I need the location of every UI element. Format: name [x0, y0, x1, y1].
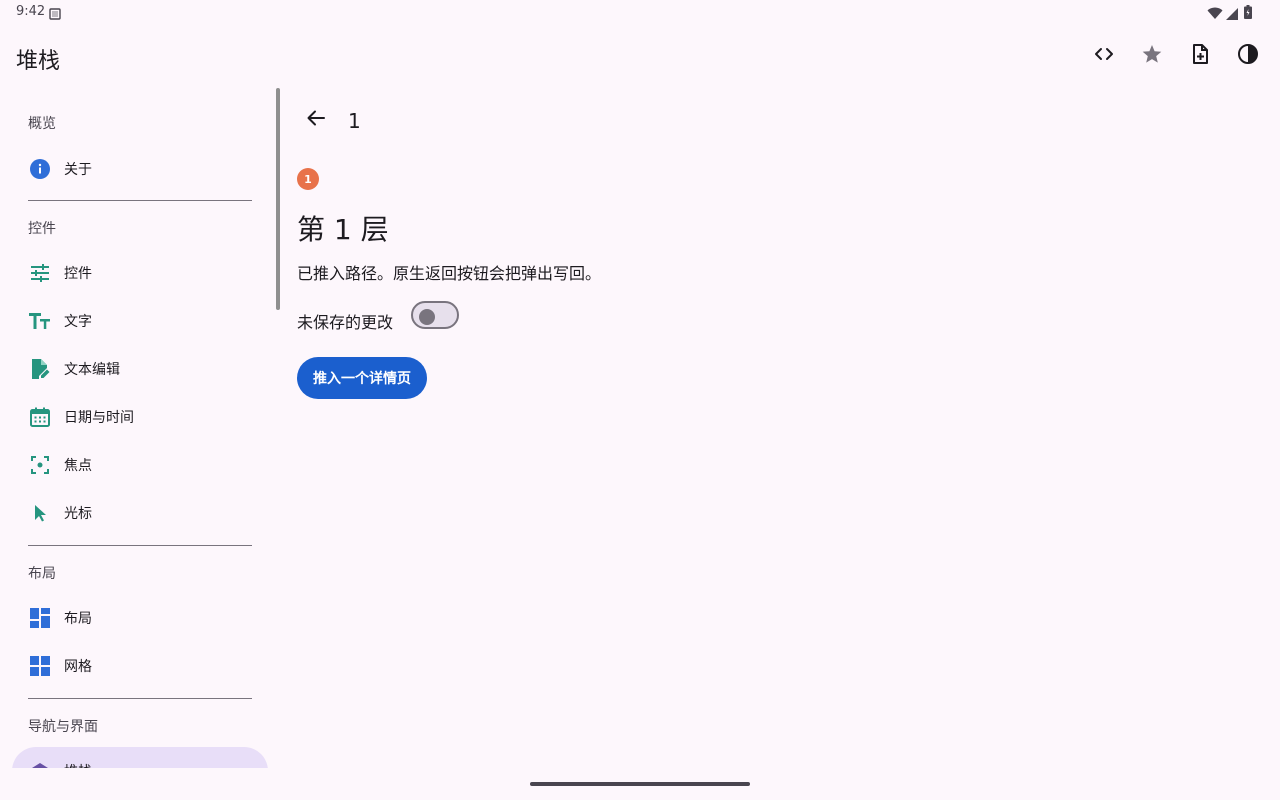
sidebar-item-widgets[interactable]: 控件	[12, 249, 268, 297]
sidebar-item-text[interactable]: 文字	[12, 297, 268, 345]
navigation-drawer: 概览 关于 控件 控件 文字 文本编辑 日期与时间 焦点 光标 布局 布局 网格…	[0, 88, 280, 768]
sidebar-item-label: 布局	[64, 611, 92, 627]
section-title-overview: 概览	[28, 116, 56, 132]
sidebar-item-date-time[interactable]: 日期与时间	[12, 393, 268, 441]
sidebar-item-label: 焦点	[64, 458, 92, 474]
sidebar-item-layout[interactable]: 布局	[12, 594, 268, 642]
app-title: 堆栈	[16, 49, 61, 74]
favorite-button[interactable]	[1128, 32, 1176, 80]
screenshot-notification-icon	[49, 5, 61, 24]
section-title-widgets: 控件	[28, 221, 56, 237]
sidebar-item-label: 堆栈	[64, 761, 92, 768]
tune-icon	[28, 261, 52, 285]
sidebar-item-about[interactable]: 关于	[12, 145, 268, 193]
edit-document-icon	[28, 357, 52, 381]
dashboard-icon	[28, 606, 52, 630]
section-title-navigation: 导航与界面	[28, 719, 98, 735]
sidebar-item-focus[interactable]: 焦点	[12, 441, 268, 489]
cell-signal-icon	[1226, 5, 1238, 24]
sidebar-item-text-editing[interactable]: 文本编辑	[12, 345, 268, 393]
level-heading: 第 1 层	[297, 213, 389, 246]
grid-icon	[28, 654, 52, 678]
back-button[interactable]	[296, 100, 336, 140]
level-badge: 1	[297, 168, 319, 190]
note-add-icon	[1188, 42, 1212, 70]
stack-detail-pane: 1 1 第 1 层 已推入路径。原生返回按钮会把弹出写回。 未保存的更改 推入一…	[280, 88, 1280, 768]
battery-icon	[1244, 4, 1252, 23]
gesture-navigation-bar[interactable]	[530, 782, 750, 786]
section-title-layout: 布局	[28, 566, 56, 582]
unsaved-changes-switch[interactable]	[411, 301, 459, 329]
theme-toggle-button[interactable]	[1224, 32, 1272, 80]
level-description: 已推入路径。原生返回按钮会把弹出写回。	[297, 264, 602, 283]
sidebar-item-stack[interactable]: 堆栈	[12, 747, 268, 768]
new-page-button[interactable]	[1176, 32, 1224, 80]
sidebar-item-label: 网格	[64, 659, 92, 675]
sidebar-item-label: 控件	[64, 266, 92, 282]
status-bar: 9:42	[0, 0, 1280, 24]
code-icon	[1092, 42, 1116, 70]
status-time: 9:42	[16, 4, 46, 19]
unsaved-changes-label: 未保存的更改	[297, 313, 394, 332]
wifi-icon	[1207, 5, 1223, 24]
sidebar-item-label: 关于	[64, 162, 92, 178]
stack-icon	[28, 759, 52, 768]
divider	[28, 698, 252, 699]
divider	[28, 200, 252, 201]
sidebar-item-cursor[interactable]: 光标	[12, 489, 268, 537]
divider	[28, 545, 252, 546]
code-button[interactable]	[1080, 32, 1128, 80]
switch-thumb	[419, 309, 435, 325]
info-icon	[28, 157, 52, 181]
cursor-icon	[28, 501, 52, 525]
sidebar-item-label: 文字	[64, 314, 92, 330]
page-title: 1	[348, 109, 361, 133]
focus-icon	[28, 453, 52, 477]
sidebar-item-label: 文本编辑	[64, 362, 120, 378]
calendar-icon	[28, 405, 52, 429]
contrast-icon	[1236, 42, 1260, 70]
sidebar-item-label: 光标	[64, 506, 92, 522]
star-icon	[1140, 42, 1164, 70]
sidebar-item-label: 日期与时间	[64, 410, 134, 426]
push-detail-button[interactable]: 推入一个详情页	[297, 357, 427, 399]
sidebar-item-grid[interactable]: 网格	[12, 642, 268, 690]
arrow-back-icon	[306, 108, 326, 132]
text-fields-icon	[28, 309, 52, 333]
top-app-bar: 堆栈	[0, 24, 1280, 88]
